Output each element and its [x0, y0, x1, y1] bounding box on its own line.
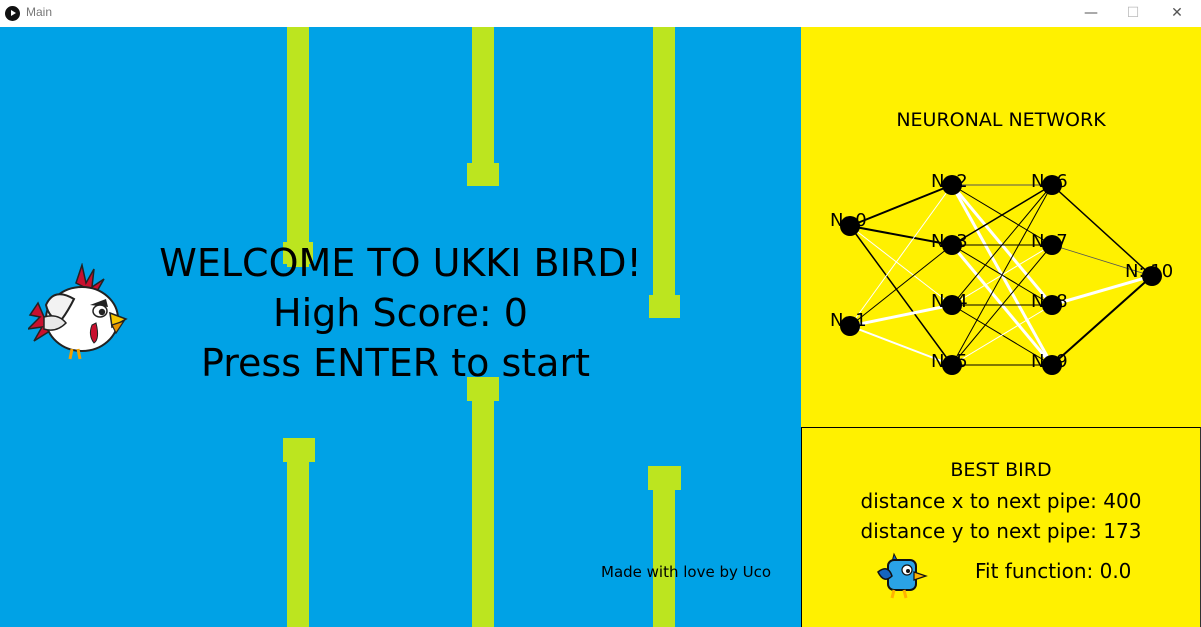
node-label-10: N: 10: [1125, 261, 1173, 282]
best-bird-sprite: [877, 552, 928, 599]
network-edges: [849, 184, 1153, 366]
bottom-pipe-2: [472, 399, 494, 627]
node-label-1: N: 1: [830, 310, 867, 331]
node-label-2: N: 2: [931, 171, 968, 192]
bottom-pipe-3: [653, 487, 675, 627]
best-bird-title: BEST BIRD: [950, 459, 1052, 481]
node-label-7: N: 7: [1031, 231, 1068, 252]
credit-text: Made with love by Uco: [601, 563, 772, 581]
window-titlebar: Main — ☐ ✕: [0, 0, 1201, 28]
network-graph: N: 0 N: 1 N: 2 N: 3 N: 4 N: 5 N: 6 N: 7 …: [830, 171, 1173, 375]
high-score-text: High Score: 0: [273, 291, 528, 335]
node-label-9: N: 9: [1031, 351, 1068, 372]
distance-x-text: distance x to next pipe: 400: [860, 489, 1142, 513]
node-label-3: N: 3: [931, 231, 968, 252]
app-play-icon: [5, 6, 20, 21]
bottom-pipe-1-cap: [283, 438, 315, 462]
node-label-0: N: 0: [830, 210, 867, 231]
minimize-button[interactable]: —: [1069, 0, 1113, 27]
top-pipe-1: [287, 27, 309, 267]
game-canvas[interactable]: WELCOME TO UKKI BIRD! High Score: 0 Pres…: [0, 27, 801, 627]
node-label-5: N: 5: [931, 351, 968, 372]
close-button[interactable]: ✕: [1155, 0, 1199, 27]
distance-y-text: distance y to next pipe: 173: [860, 519, 1142, 543]
welcome-title: WELCOME TO UKKI BIRD!: [159, 241, 642, 285]
top-pipe-2: [472, 27, 494, 167]
bottom-pipe-3-cap: [648, 466, 681, 490]
node-label-8: N: 8: [1031, 291, 1068, 312]
neural-network-panel: NEURONAL NETWORK N: 0 N: 1 N: 2 N: 3 N: …: [801, 27, 1201, 427]
maximize-button[interactable]: ☐: [1111, 0, 1155, 27]
node-label-6: N: 6: [1031, 171, 1068, 192]
window-title: Main: [26, 5, 53, 19]
node-label-4: N: 4: [931, 291, 968, 312]
start-prompt: Press ENTER to start: [201, 341, 590, 385]
best-bird-panel: BEST BIRD distance x to next pipe: 400 d…: [801, 427, 1201, 627]
bottom-pipe-1: [287, 460, 309, 627]
top-pipe-2-cap: [467, 163, 499, 186]
fit-function-text: Fit function: 0.0: [975, 559, 1132, 583]
